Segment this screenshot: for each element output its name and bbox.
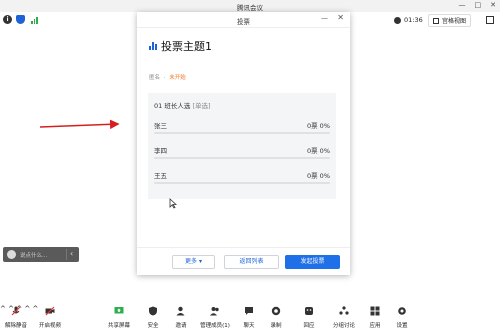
record-button[interactable]: 录制 [264,306,288,329]
timer-text: 01:36 [404,16,423,24]
dialog-close-icon[interactable]: ✕ [337,13,344,22]
dialog-header: 投票 — ✕ [137,12,350,28]
option-count: 0票 0% [306,122,330,130]
window-controls: — □ ✕ [459,1,497,9]
share-screen-label: 共享屏幕 [107,323,130,329]
muted-mic-icon [11,306,21,316]
settings-button[interactable]: 设置 [390,306,414,329]
dialog-minimize-icon[interactable]: — [321,14,328,22]
record-icon [271,306,281,316]
settings-label: 设置 [396,323,408,329]
signal-icon[interactable] [31,16,38,24]
reaction-button[interactable]: 回应 [297,306,321,329]
apps-button[interactable]: 应用 [363,306,387,329]
breakout-rooms-label: 分组讨论 [332,323,355,329]
grid-icon [433,17,439,24]
option-count: 0票 0% [306,147,330,155]
breakout-rooms-button[interactable]: 分组讨论 [328,306,360,329]
breakout-rooms-icon [339,306,349,315]
unmute-label: 解除静音 [4,323,27,329]
reaction-label: 回应 [303,323,315,329]
option-bar [154,157,330,159]
poll-status: 未开始 [169,75,186,81]
fullscreen-icon[interactable] [486,16,494,24]
anonymous-label: 匿名 [149,75,161,81]
option-name: 张三 [154,122,167,130]
question-type: [单选] [192,102,211,110]
question-text: 班长人选 [164,102,191,110]
option-count: 0票 0% [306,172,330,180]
bar-chart-icon [149,42,157,50]
security-button[interactable]: 安全 [141,306,165,329]
option-row: 李四 0票 0% [154,145,330,159]
share-screen-icon [114,307,124,314]
option-row: 张三 0票 0% [154,120,330,134]
view-mode-label: 宫格视图 [442,18,467,25]
chat-button[interactable]: 聊天 [237,306,261,329]
option-row: 王五 0票 0% [154,170,330,184]
poll-title: 投票主题1 [161,40,212,53]
invite-user-icon [176,306,185,316]
minimize-button[interactable]: — [459,1,466,9]
security-label: 安全 [147,323,159,329]
back-to-list-button[interactable]: 返回列表 [224,255,279,269]
poll-meta: 匿名 · 未开始 [149,73,186,81]
vote-dialog: 投票 — ✕ 投票主题1 匿名 · 未开始 01 班长人选 [单选] 张三 0票… [137,12,350,275]
option-bar [154,182,330,184]
record-label: 录制 [270,323,282,329]
option-name: 李四 [154,147,167,155]
meeting-timer: 01:36 [394,16,423,24]
option-name: 王五 [154,172,167,180]
question-card: 01 班长人选 [单选] 张三 0票 0% 李四 0票 0% 王五 0票 0% [148,93,336,199]
shield-icon [149,306,157,316]
mouse-cursor-icon [169,198,177,209]
apps-label: 应用 [369,323,381,329]
more-button[interactable]: 更多 ▾ [172,255,215,269]
meta-separator: · [163,75,166,81]
question-number: 01 [154,102,163,110]
start-video-label: 开启视频 [38,323,61,329]
camera-off-icon [45,306,55,316]
question-line: 01 班长人选 [单选] [154,100,211,110]
start-video-button[interactable]: 开启视频 [37,306,63,329]
poll-heading: 投票主题1 [149,38,212,54]
collapse-chevron-icon[interactable]: ‹ [70,249,73,258]
dialog-footer: 更多 ▾ 返回列表 发起投票 [137,247,350,275]
option-bar [154,132,330,134]
gear-icon [398,307,406,315]
chat-input[interactable]: 说点什么... ‹ [3,247,79,262]
apps-grid-icon [370,306,380,316]
share-screen-button[interactable]: 共享屏幕 [106,306,132,329]
app-title: 腾讯会议 [237,4,263,12]
bottom-toolbar: 解除静音 ^ 开启视频 ^ 共享屏幕 ^ 安全 邀请 管理成员(1) 聊天 录制… [0,305,500,331]
title-bar: 腾讯会议 — □ ✕ [0,0,500,12]
invite-button[interactable]: 邀请 [169,306,193,329]
chat-label: 聊天 [243,323,255,329]
info-icon[interactable]: i [3,15,12,24]
members-icon [210,307,219,316]
maximize-button[interactable]: □ [475,1,482,9]
dialog-title: 投票 [237,18,250,26]
start-vote-button[interactable]: 发起投票 [285,255,340,269]
emoji-icon[interactable] [7,250,16,259]
view-mode-button[interactable]: 宫格视图 [428,14,472,27]
chat-divider [66,249,67,260]
invite-label: 邀请 [175,323,187,329]
arrow-to-dialog [39,119,120,130]
chat-bubble-icon [245,307,253,315]
reaction-icon [305,307,313,315]
clock-icon [394,16,401,24]
unmute-button[interactable]: 解除静音 [3,306,29,329]
manage-members-label: 管理成员(1) [200,323,230,329]
manage-members-button[interactable]: 管理成员(1) [197,306,233,329]
close-window-button[interactable]: ✕ [490,1,496,9]
chat-placeholder: 说点什么... [20,253,48,259]
shield-icon[interactable] [16,15,25,24]
